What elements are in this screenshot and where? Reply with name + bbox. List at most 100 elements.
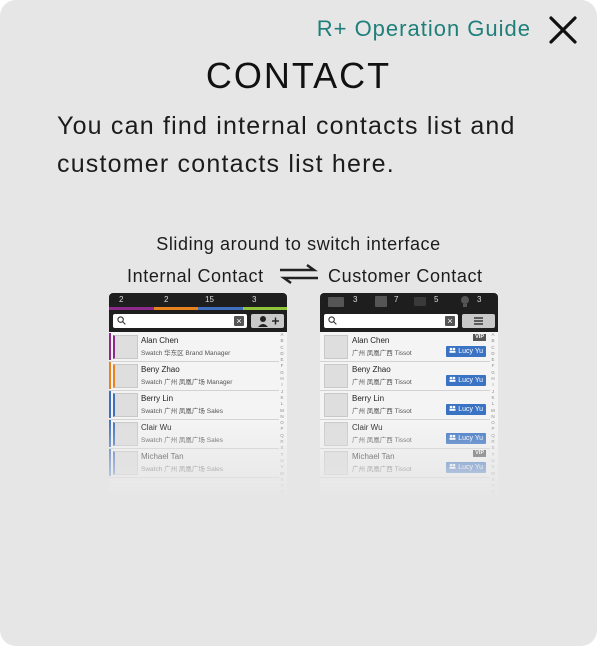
index-letter[interactable]: W bbox=[279, 471, 285, 477]
customer-name: Alan Chen bbox=[352, 336, 390, 345]
group-count: 15 bbox=[205, 295, 214, 304]
avatar bbox=[113, 451, 138, 475]
contact-row[interactable]: Michael Tan Swatch 广州 凤凰广场 Sales bbox=[109, 448, 279, 478]
menu-button[interactable] bbox=[462, 314, 495, 328]
customer-row[interactable]: Alan Chen 广州 凤凰广西 Tissot VIP Lucy Yu bbox=[320, 332, 490, 362]
contact-name: Michael Tan bbox=[141, 452, 184, 461]
contact-name: Alan Chen bbox=[141, 336, 179, 345]
vip-category-icon bbox=[328, 297, 344, 307]
customer-detail: 广州 凤凰广西 Tissot bbox=[352, 350, 412, 357]
contact-row[interactable]: Clair Wu Swatch 广州 凤凰广场 Sales bbox=[109, 419, 279, 449]
sales-rep-name: Lucy Yu bbox=[458, 464, 483, 471]
sales-rep-badge[interactable]: Lucy Yu bbox=[446, 404, 486, 415]
guide-title: R+ Operation Guide bbox=[316, 16, 531, 41]
category-count-bar: 3 7 5 3 bbox=[320, 293, 498, 311]
customer-detail: 广州 凤凰广西 Tissot bbox=[352, 437, 412, 444]
search-input[interactable]: × bbox=[113, 314, 247, 328]
group-color-bar bbox=[109, 333, 111, 360]
vip-badge: VIP bbox=[473, 450, 486, 457]
contact-detail: Swatch 华东区 Brand Manager bbox=[141, 350, 231, 357]
customer-contact-label: Customer Contact bbox=[328, 266, 483, 286]
category-count: 5 bbox=[434, 295, 439, 304]
sales-rep-name: Lucy Yu bbox=[458, 435, 483, 442]
group-color-bar bbox=[109, 362, 111, 389]
page-description: You can find internal contacts list and … bbox=[57, 112, 516, 178]
card-icon bbox=[414, 297, 426, 306]
avatar bbox=[113, 335, 138, 359]
avatar bbox=[113, 364, 138, 388]
internal-contact-label: Internal Contact bbox=[127, 266, 264, 286]
avatar bbox=[324, 422, 348, 446]
alphabet-index[interactable]: ABCDEFGHIJKLMNOPQRSTUVWXYZ bbox=[279, 332, 285, 493]
menu-icon bbox=[474, 317, 483, 325]
people-icon bbox=[449, 376, 456, 382]
contact-row[interactable]: Alan Chen Swatch 华东区 Brand Manager bbox=[109, 332, 279, 362]
group-count: 2 bbox=[164, 295, 169, 304]
sales-rep-name: Lucy Yu bbox=[458, 377, 483, 384]
index-letter[interactable]: W bbox=[490, 471, 496, 477]
group-color-bar bbox=[109, 449, 111, 476]
customer-row[interactable]: Michael Tan 广州 凤凰广西 Tissot VIP Lucy Yu bbox=[320, 448, 490, 478]
alphabet-index[interactable]: ABCDEFGHIJKLMNOPQRSTUVWXYZ bbox=[490, 332, 496, 493]
search-icon bbox=[328, 316, 337, 325]
bulb-icon bbox=[461, 296, 469, 307]
contact-row[interactable]: Berry Lin Swatch 广州 凤凰广场 Sales bbox=[109, 390, 279, 420]
sales-rep-name: Lucy Yu bbox=[458, 406, 483, 413]
vip-badge: VIP bbox=[473, 334, 486, 341]
contact-name: Berry Lin bbox=[141, 394, 174, 403]
search-bar: × bbox=[320, 311, 498, 332]
close-button[interactable] bbox=[546, 13, 580, 47]
customer-name: Berry Lin bbox=[352, 394, 385, 403]
customer-row[interactable]: Clair Wu 广州 凤凰广西 Tissot Lucy Yu bbox=[320, 419, 490, 449]
group-color-strip bbox=[109, 307, 154, 310]
swap-arrows-icon bbox=[280, 263, 318, 285]
contact-book-icon bbox=[375, 296, 387, 307]
sales-rep-badge[interactable]: Lucy Yu bbox=[446, 375, 486, 386]
contact-detail: Swatch 广州 凤凰广场 Manager bbox=[141, 379, 233, 386]
contact-row[interactable]: Beny Zhao Swatch 广州 凤凰广场 Manager bbox=[109, 361, 279, 391]
group-color-strip bbox=[198, 307, 243, 310]
add-contact-icon bbox=[258, 316, 279, 327]
search-input[interactable]: × bbox=[324, 314, 458, 328]
customer-detail: 广州 凤凰广西 Tissot bbox=[352, 379, 412, 386]
avatar bbox=[324, 393, 348, 417]
clear-search-icon[interactable]: × bbox=[234, 316, 244, 326]
add-contact-button[interactable] bbox=[251, 314, 284, 328]
category-count: 3 bbox=[477, 295, 482, 304]
customer-row[interactable]: Berry Lin 广州 凤凰广西 Tissot Lucy Yu bbox=[320, 390, 490, 420]
guide-panel: R+ Operation Guide CONTACT You can find … bbox=[0, 0, 597, 646]
avatar bbox=[113, 422, 138, 446]
avatar bbox=[324, 451, 348, 475]
page-title: CONTACT bbox=[205, 55, 392, 96]
people-icon bbox=[449, 405, 456, 411]
people-icon bbox=[449, 463, 456, 469]
customer-contact-preview: 3 7 5 3 × Alan Chen 广州 凤凰广西 Tissot VIP L… bbox=[320, 293, 498, 493]
search-bar: × bbox=[109, 311, 287, 332]
sales-rep-badge[interactable]: Lucy Yu bbox=[446, 433, 486, 444]
index-letter[interactable]: Z bbox=[490, 489, 496, 493]
internal-contact-preview: 2 2 15 3 × Alan Chen Swatch 华东区 Brand Ma… bbox=[109, 293, 287, 493]
group-color-bar bbox=[109, 391, 111, 418]
customer-name: Beny Zhao bbox=[352, 365, 391, 374]
clear-search-icon[interactable]: × bbox=[445, 316, 455, 326]
contact-detail: Swatch 广州 凤凰广场 Sales bbox=[141, 437, 223, 444]
customer-detail: 广州 凤凰广西 Tissot bbox=[352, 408, 412, 415]
customer-row[interactable]: Beny Zhao 广州 凤凰广西 Tissot Lucy Yu bbox=[320, 361, 490, 391]
avatar bbox=[113, 393, 138, 417]
people-icon bbox=[449, 434, 456, 440]
group-color-bar bbox=[109, 420, 111, 447]
category-count: 3 bbox=[353, 295, 358, 304]
customer-name: Clair Wu bbox=[352, 423, 383, 432]
contact-detail: Swatch 广州 凤凰广场 Sales bbox=[141, 408, 223, 415]
people-icon bbox=[449, 347, 456, 353]
group-count: 2 bbox=[119, 295, 124, 304]
sales-rep-badge[interactable]: Lucy Yu bbox=[446, 462, 486, 473]
customer-detail: 广州 凤凰广西 Tissot bbox=[352, 466, 412, 473]
sales-rep-name: Lucy Yu bbox=[458, 348, 483, 355]
index-letter[interactable]: Z bbox=[279, 489, 285, 493]
customer-name: Michael Tan bbox=[352, 452, 395, 461]
avatar bbox=[324, 335, 348, 359]
contact-name: Clair Wu bbox=[141, 423, 172, 432]
sales-rep-badge[interactable]: Lucy Yu bbox=[446, 346, 486, 357]
group-color-strip bbox=[243, 307, 287, 310]
